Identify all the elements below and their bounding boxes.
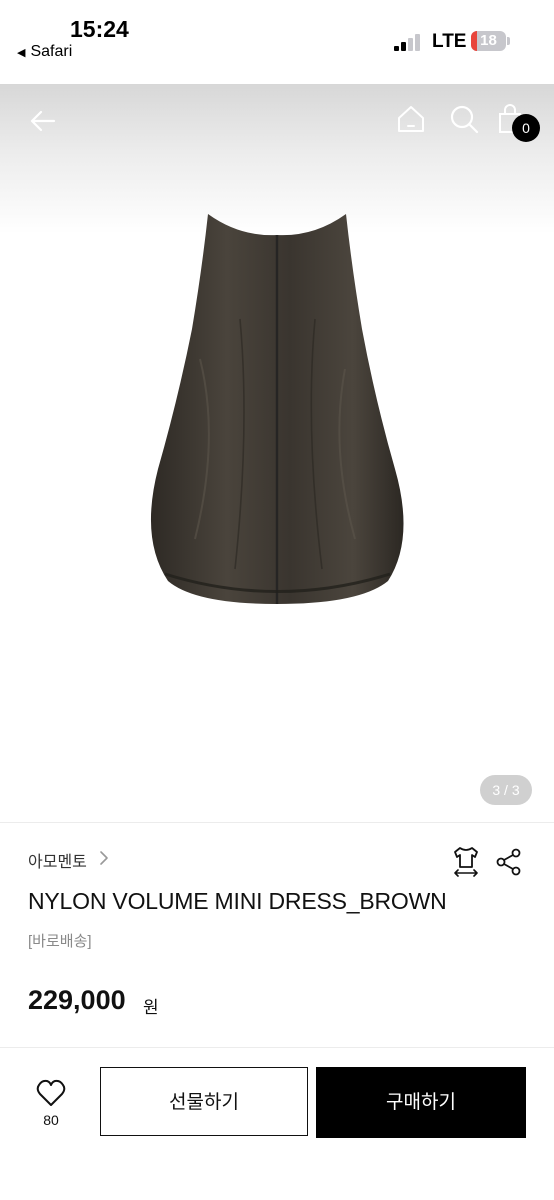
size-guide-icon[interactable] <box>451 845 481 877</box>
like-button[interactable]: 80 <box>30 1079 72 1131</box>
back-app-label: Safari <box>30 43 73 60</box>
signal-icon <box>394 33 422 51</box>
battery-icon: 18 <box>471 31 506 51</box>
battery-tip <box>507 37 510 45</box>
status-time: 15:24 <box>70 16 129 42</box>
heart-icon <box>36 1079 66 1106</box>
back-arrow-icon[interactable] <box>28 106 58 136</box>
divider <box>0 1047 554 1048</box>
shipping-tag: [바로배송] <box>28 933 92 950</box>
product-gallery[interactable]: 0 3 / 3 <box>0 84 554 822</box>
dress-image <box>150 214 404 604</box>
network-type: LTE <box>432 31 467 52</box>
price-unit: 원 <box>143 998 159 1017</box>
status-bar: 15:24 ◀ Safari LTE 18 <box>0 0 554 84</box>
back-triangle-icon: ◀ <box>17 47 26 59</box>
buy-button[interactable]: 구매하기 <box>316 1067 526 1138</box>
cart-count-badge[interactable]: 0 <box>512 114 540 142</box>
battery-level: 18 <box>480 32 497 49</box>
image-counter: 3 / 3 <box>480 775 532 805</box>
gift-button[interactable]: 선물하기 <box>100 1067 308 1136</box>
like-count: 80 <box>43 1112 59 1128</box>
back-to-safari[interactable]: ◀ Safari <box>17 43 72 61</box>
share-icon[interactable] <box>495 848 523 876</box>
chevron-right-icon[interactable] <box>98 850 110 866</box>
home-icon[interactable] <box>396 104 426 134</box>
brand-link[interactable]: 아모멘토 <box>28 848 87 872</box>
product-price: 229,000 <box>28 985 126 1015</box>
product-name: NYLON VOLUME MINI DRESS_BROWN <box>28 888 447 914</box>
divider <box>0 822 554 823</box>
search-icon[interactable] <box>449 104 479 134</box>
